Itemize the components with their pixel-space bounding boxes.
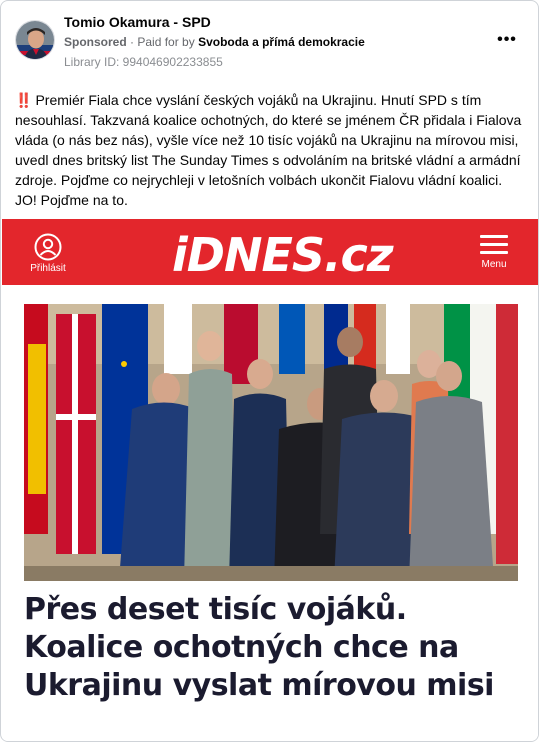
idnes-header-bar: Přihlásit iDNES.cz Menu — [2, 219, 538, 285]
sponsor-line: Sponsored · Paid for by Svoboda a přímá … — [64, 35, 365, 49]
more-dots-icon: ••• — [497, 31, 517, 48]
hamburger-icon — [474, 235, 514, 254]
ad-post-card: Tomio Okamura - SPD Sponsored · Paid for… — [0, 0, 539, 742]
payer-link[interactable]: Svoboda a přímá demokracie — [198, 35, 365, 49]
paid-for-prefix: · Paid for by — [130, 35, 195, 49]
summit-photo — [24, 304, 518, 581]
user-icon — [34, 233, 62, 261]
sponsored-label: Sponsored — [64, 35, 127, 49]
menu-label: Menu — [481, 259, 507, 270]
library-id: Library ID: 994046902233855 — [64, 55, 223, 69]
idnes-logo: iDNES.cz — [172, 228, 394, 282]
menu-button: Menu — [474, 235, 514, 279]
article-headline: Přes deset tisíc vojáků. Koalice ochotný… — [24, 592, 494, 703]
more-options-button[interactable]: ••• — [494, 31, 520, 53]
post-text: ‼️ Premiér Fiala chce vyslání českých voj… — [15, 90, 527, 210]
login-label: Přihlásit — [30, 263, 66, 274]
double-exclamation-icon: ‼️ — [15, 92, 33, 108]
post-body: Premiér Fiala chce vyslání českých voják… — [15, 92, 522, 208]
page-avatar[interactable] — [15, 20, 55, 60]
login-button: Přihlásit — [24, 233, 72, 277]
page-name-link[interactable]: Tomio Okamura - SPD — [64, 14, 211, 30]
article-preview-image[interactable]: Přihlásit iDNES.cz Menu Přes deset tisíc… — [2, 219, 538, 741]
